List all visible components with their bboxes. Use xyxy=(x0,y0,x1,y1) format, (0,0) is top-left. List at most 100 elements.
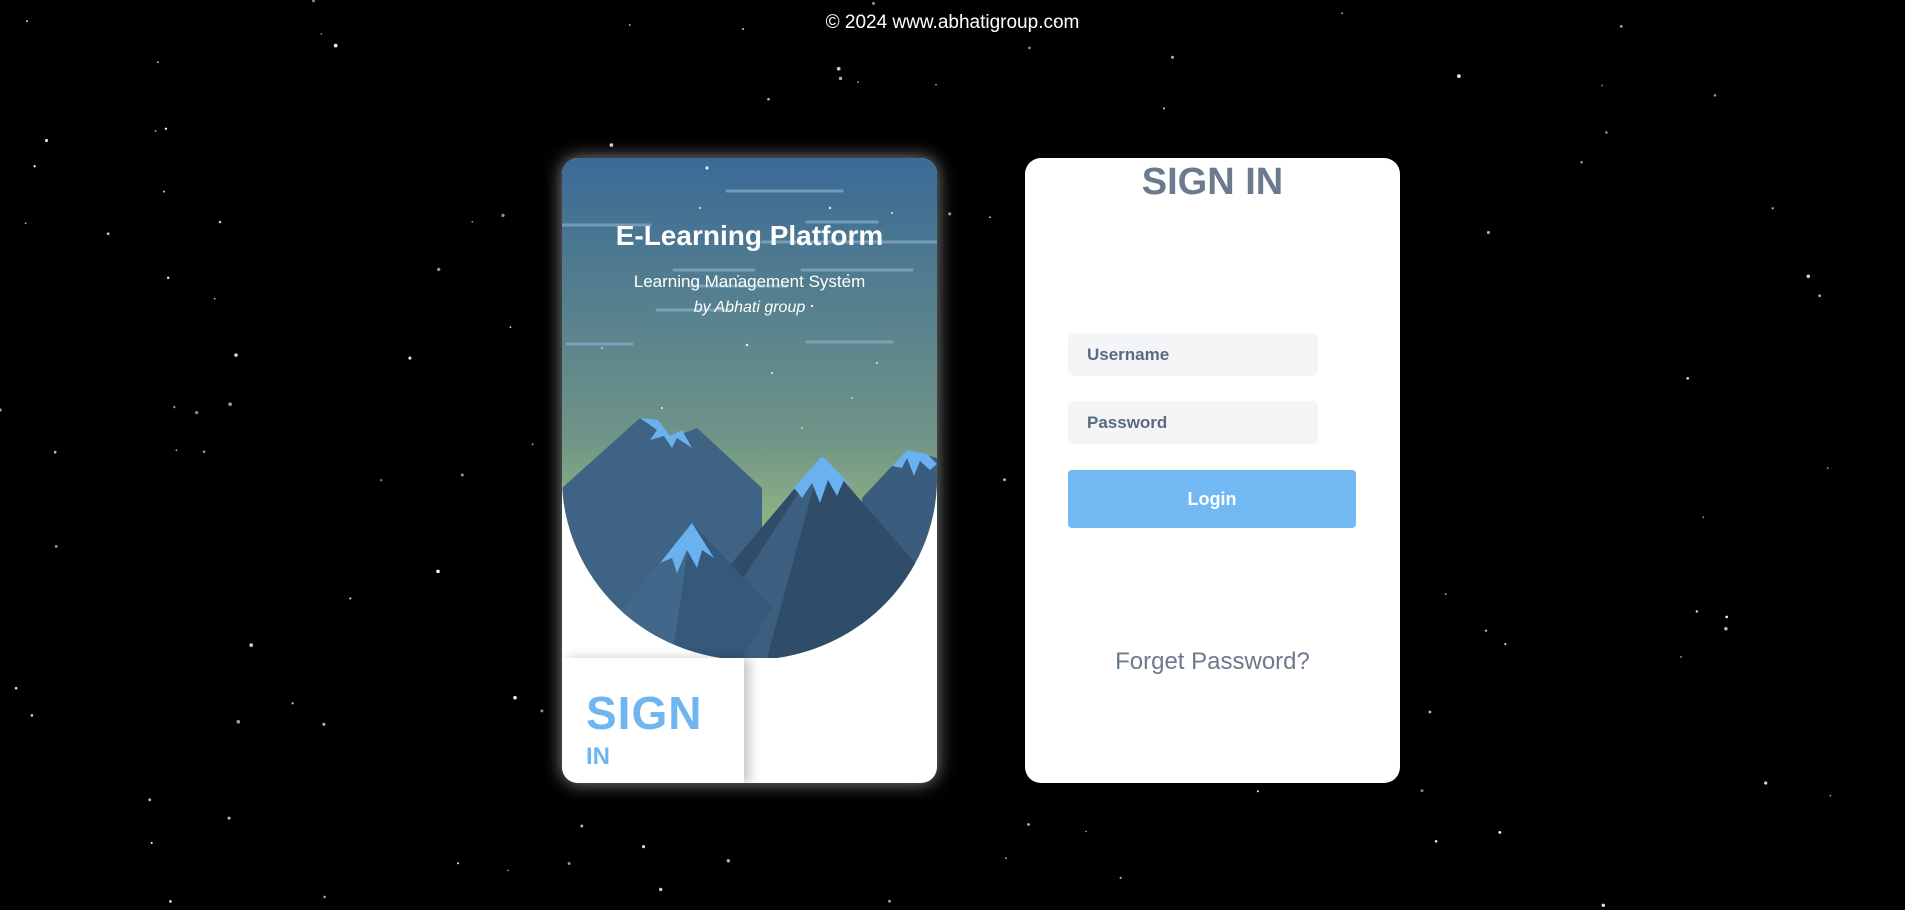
star-dot xyxy=(1580,161,1583,164)
star-dot xyxy=(501,213,505,218)
star-dot xyxy=(1818,294,1821,297)
star-dot xyxy=(1484,629,1488,632)
star-dot xyxy=(163,190,166,193)
star-dot xyxy=(349,597,352,600)
star-dot xyxy=(322,722,326,726)
star-dot xyxy=(408,356,412,360)
star-dot xyxy=(195,410,199,415)
username-input[interactable] xyxy=(1068,333,1318,376)
star-dot xyxy=(228,402,232,407)
star-dot xyxy=(1027,823,1030,826)
star-dot xyxy=(887,899,892,903)
star-dot xyxy=(872,1,875,5)
star-dot xyxy=(1702,516,1705,519)
star-dot xyxy=(1686,376,1690,380)
star-dot xyxy=(1457,74,1461,78)
star-dot xyxy=(218,220,222,224)
star-dot xyxy=(1434,840,1438,843)
star-dot xyxy=(857,81,859,83)
form-title: SIGN IN xyxy=(1141,161,1284,203)
star-dot xyxy=(1171,55,1174,59)
star-dot xyxy=(1005,857,1007,860)
star-dot xyxy=(935,83,937,86)
star-dot xyxy=(234,353,238,357)
page-background: © 2024 www.abhatigroup.com E-Learning Pl… xyxy=(0,0,1905,910)
star-dot xyxy=(1085,830,1087,833)
star-dot xyxy=(1003,478,1006,482)
star-dot xyxy=(1504,643,1507,646)
star-dot xyxy=(1605,131,1608,134)
star-dot xyxy=(1420,789,1424,793)
star-dot xyxy=(323,895,326,899)
star-dot xyxy=(175,449,178,452)
password-input[interactable] xyxy=(1068,401,1318,444)
star-dot xyxy=(54,545,58,548)
star-dot xyxy=(24,222,27,225)
star-dot xyxy=(457,862,460,865)
star-dot xyxy=(507,869,509,872)
star-dot xyxy=(150,841,153,844)
star-dot xyxy=(53,450,57,454)
fold-sign-text: SIGN xyxy=(586,687,703,739)
star-dot xyxy=(471,220,474,223)
star-dot xyxy=(1695,610,1698,613)
star-dot xyxy=(1444,593,1447,596)
star-dot xyxy=(106,232,110,236)
login-button[interactable]: Login xyxy=(1068,470,1356,528)
star-dot xyxy=(948,212,952,216)
star-dot xyxy=(531,443,534,446)
star-dot xyxy=(1680,656,1682,658)
illustration-card: E-Learning Platform Learning Management … xyxy=(562,158,937,783)
star-dot xyxy=(227,816,231,820)
star-dot xyxy=(1601,84,1604,87)
star-dot xyxy=(333,43,338,48)
star-dot xyxy=(14,686,18,690)
star-dot xyxy=(567,862,571,865)
star-dot xyxy=(1764,781,1768,785)
star-dot xyxy=(437,267,441,272)
star-dot xyxy=(1826,467,1829,469)
star-dot xyxy=(460,473,464,477)
star-dot xyxy=(540,709,544,713)
platform-subtitle: Learning Management System xyxy=(633,272,866,291)
star-dot xyxy=(767,97,770,101)
star-dot xyxy=(436,569,440,574)
star-dot xyxy=(659,887,663,892)
star-dot xyxy=(291,702,294,705)
star-dot xyxy=(838,76,843,81)
star-dot xyxy=(1725,615,1728,619)
star-dot xyxy=(1498,831,1502,834)
star-dot xyxy=(836,66,841,71)
star-dot xyxy=(173,405,176,409)
star-dot xyxy=(213,297,216,300)
star-dot xyxy=(30,714,34,717)
star-dot xyxy=(580,824,584,828)
star-dot xyxy=(312,0,315,3)
star-dot xyxy=(509,326,512,328)
star-dot xyxy=(156,61,159,64)
star-dot xyxy=(1162,107,1166,110)
star-dot xyxy=(164,127,168,131)
star-dot xyxy=(1713,94,1717,97)
star-dot xyxy=(609,143,614,147)
star-dot xyxy=(44,138,49,143)
sign-in-form-card: SIGN IN Login Forget Password? xyxy=(1025,158,1400,783)
star-dot xyxy=(148,798,152,802)
star-dot xyxy=(236,720,241,724)
star-dot xyxy=(0,408,2,412)
star-dot xyxy=(169,900,172,903)
forgot-password-link[interactable]: Forget Password? xyxy=(1025,648,1400,676)
star-dot xyxy=(1771,207,1774,210)
fold-in-text: IN xyxy=(586,743,610,770)
star-dot xyxy=(33,165,36,168)
star-dot xyxy=(1601,903,1606,908)
star-dot xyxy=(1486,231,1490,234)
platform-title: E-Learning Platform xyxy=(615,220,884,251)
star-dot xyxy=(154,129,157,132)
star-dot xyxy=(166,276,170,280)
star-dot xyxy=(1256,790,1259,793)
star-dot xyxy=(513,695,517,700)
star-dot xyxy=(1119,876,1122,880)
star-dot xyxy=(249,643,254,647)
star-dot xyxy=(1428,710,1432,714)
